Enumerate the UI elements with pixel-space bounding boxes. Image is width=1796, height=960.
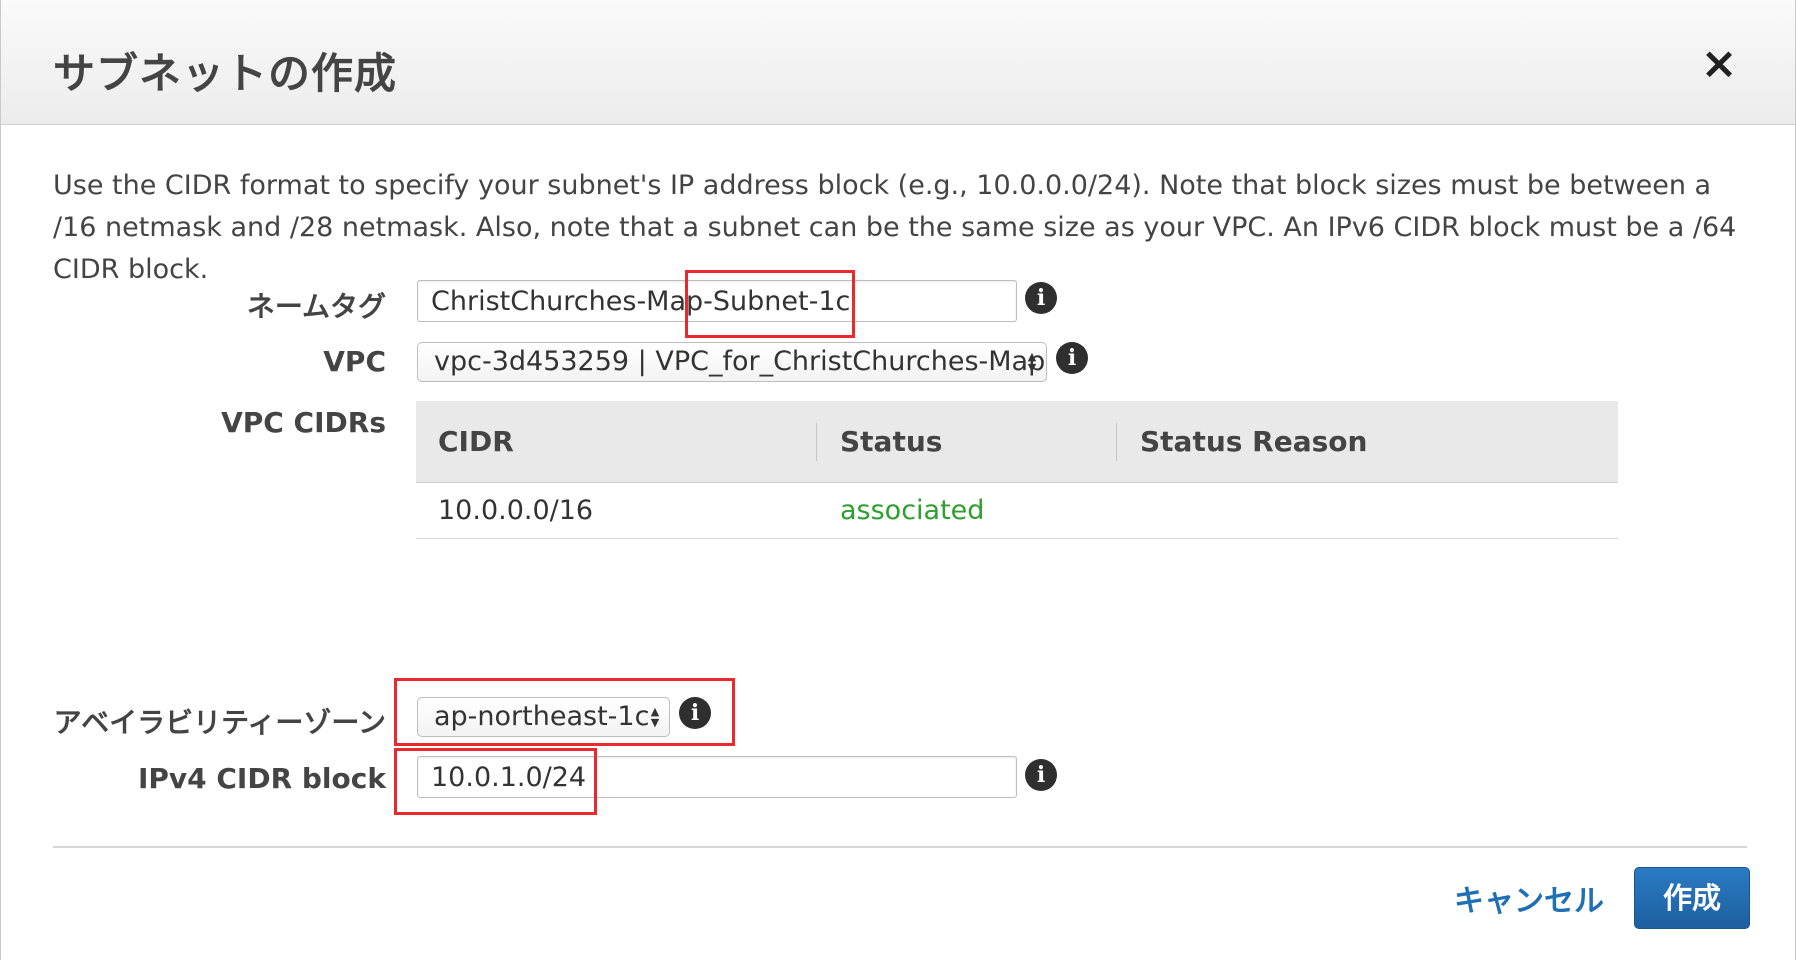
dialog-title: サブネットの作成 bbox=[53, 49, 398, 98]
footer-divider bbox=[53, 846, 1747, 848]
info-icon[interactable]: i bbox=[1056, 342, 1088, 374]
cell-cidr: 10.0.0.0/16 bbox=[438, 495, 594, 526]
column-divider bbox=[1116, 423, 1117, 461]
cidr-description: Use the CIDR format to specify your subn… bbox=[53, 170, 1737, 285]
ipv4-cidr-label: IPv4 CIDR block bbox=[137, 762, 386, 795]
cancel-button[interactable]: キャンセル bbox=[1454, 876, 1604, 920]
dialog-header: サブネットの作成 × bbox=[1, 0, 1795, 125]
cell-status: associated bbox=[840, 495, 985, 526]
info-icon[interactable]: i bbox=[1025, 282, 1057, 314]
name-tag-label: ネームタグ bbox=[246, 290, 386, 323]
vpc-label: VPC bbox=[323, 345, 386, 378]
vpc-select[interactable]: vpc-3d453259 | VPC_for_ChristChurches-Ma… bbox=[417, 342, 1047, 382]
info-icon[interactable]: i bbox=[1025, 759, 1057, 791]
close-icon[interactable]: × bbox=[1699, 42, 1739, 86]
create-button[interactable]: 作成 bbox=[1634, 867, 1750, 929]
column-header-status-reason[interactable]: Status Reason bbox=[1140, 401, 1367, 483]
highlight-box-availability-zone bbox=[394, 678, 735, 746]
vpc-select-value: vpc-3d453259 | VPC_for_ChristChurches-Ma… bbox=[434, 346, 1046, 377]
column-header-status[interactable]: Status bbox=[840, 401, 942, 483]
table-row: 10.0.0.0/16 associated bbox=[416, 483, 1618, 539]
availability-zone-label: アベイラビリティーゾーン bbox=[53, 706, 386, 739]
vpc-cidrs-table: CIDR Status Status Reason 10.0.0.0/16 as… bbox=[416, 401, 1618, 539]
select-arrows-icon: ▲ ▼ bbox=[1027, 350, 1037, 374]
create-subnet-dialog: サブネットの作成 × Use the CIDR format to specif… bbox=[0, 0, 1796, 960]
table-header: CIDR Status Status Reason bbox=[416, 401, 1618, 483]
vpc-cidrs-label: VPC CIDRs bbox=[221, 406, 386, 439]
column-header-cidr[interactable]: CIDR bbox=[438, 401, 514, 483]
highlight-box-name-tag bbox=[685, 270, 855, 338]
column-divider bbox=[816, 423, 817, 461]
highlight-box-ipv4-cidr bbox=[394, 748, 597, 815]
